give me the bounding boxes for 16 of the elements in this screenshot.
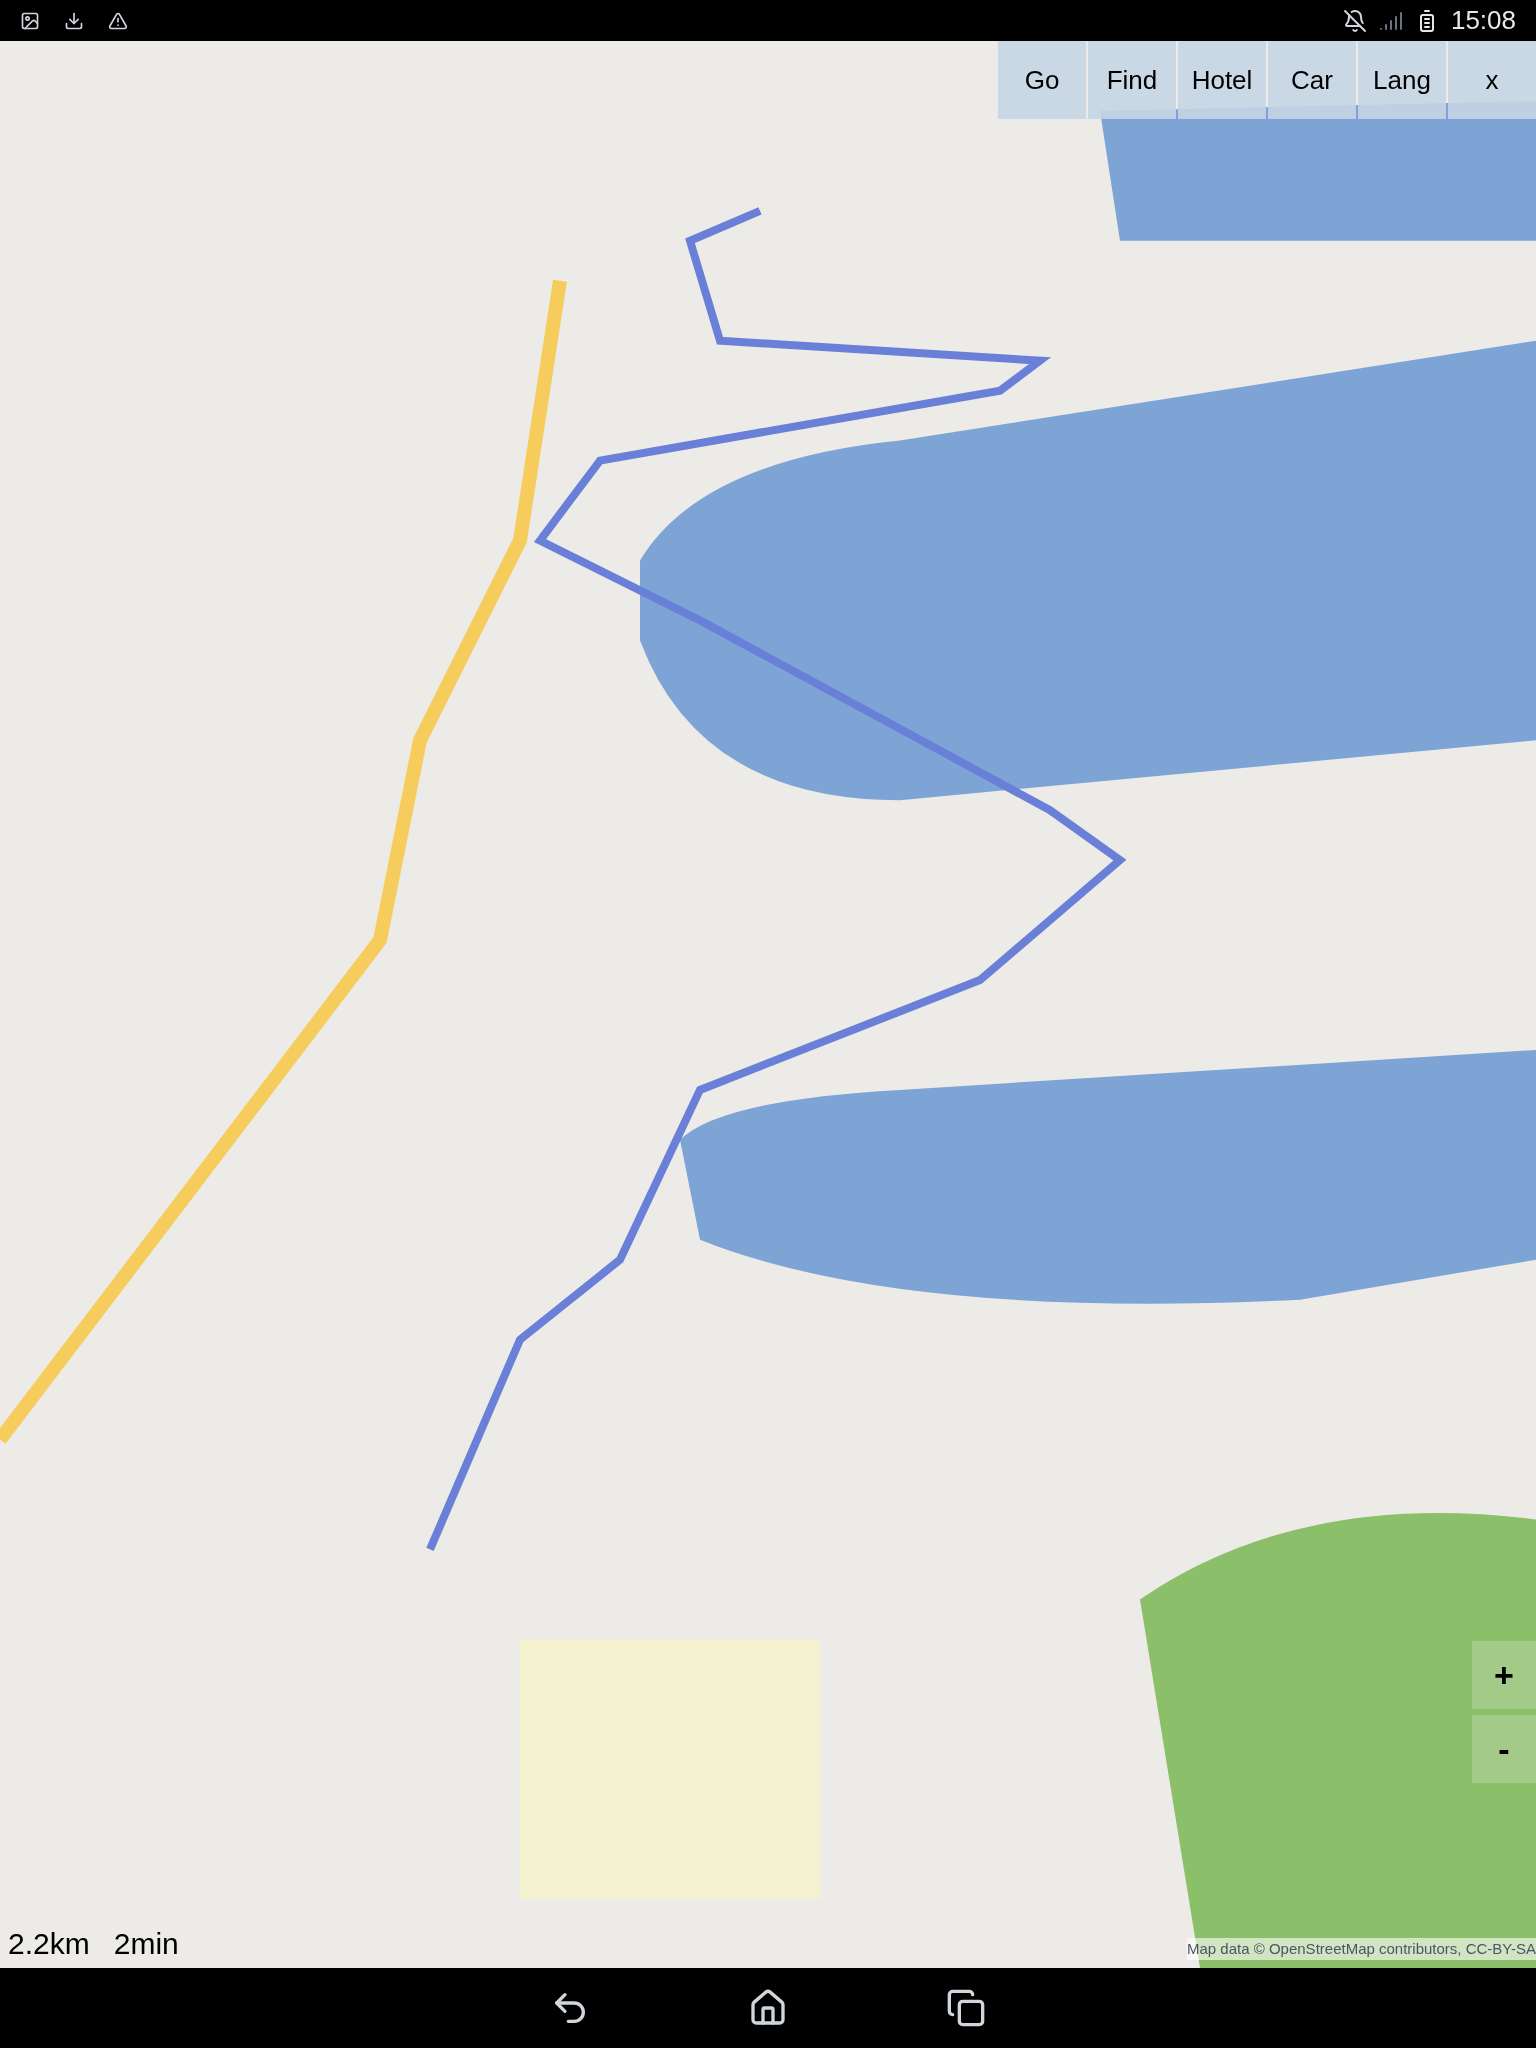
zoom-out-button[interactable]: -	[1472, 1715, 1536, 1783]
toolbar-button[interactable]: x	[1448, 41, 1536, 119]
toolbar-button[interactable]: Hotel	[1178, 41, 1266, 119]
toolbar-button[interactable]: Go	[998, 41, 1086, 119]
clock-time: 15:08	[1450, 4, 1516, 37]
mute-icon	[1342, 8, 1367, 33]
toolbar-button[interactable]: Car	[1268, 41, 1356, 119]
download-icon	[64, 10, 84, 31]
image-icon	[20, 10, 40, 31]
toolbar-button[interactable]: Lang	[1358, 41, 1446, 119]
warning-icon	[108, 10, 128, 31]
toolbar-button[interactable]: Find	[1088, 41, 1176, 119]
zoom-in-button[interactable]: +	[1472, 1641, 1536, 1709]
route-distance: 2.2km	[8, 1926, 90, 1962]
map-attribution: Map data © OpenStreetMap contributors, CC-BY-SA	[1187, 1937, 1536, 1960]
route-duration: 2min	[113, 1926, 179, 1962]
